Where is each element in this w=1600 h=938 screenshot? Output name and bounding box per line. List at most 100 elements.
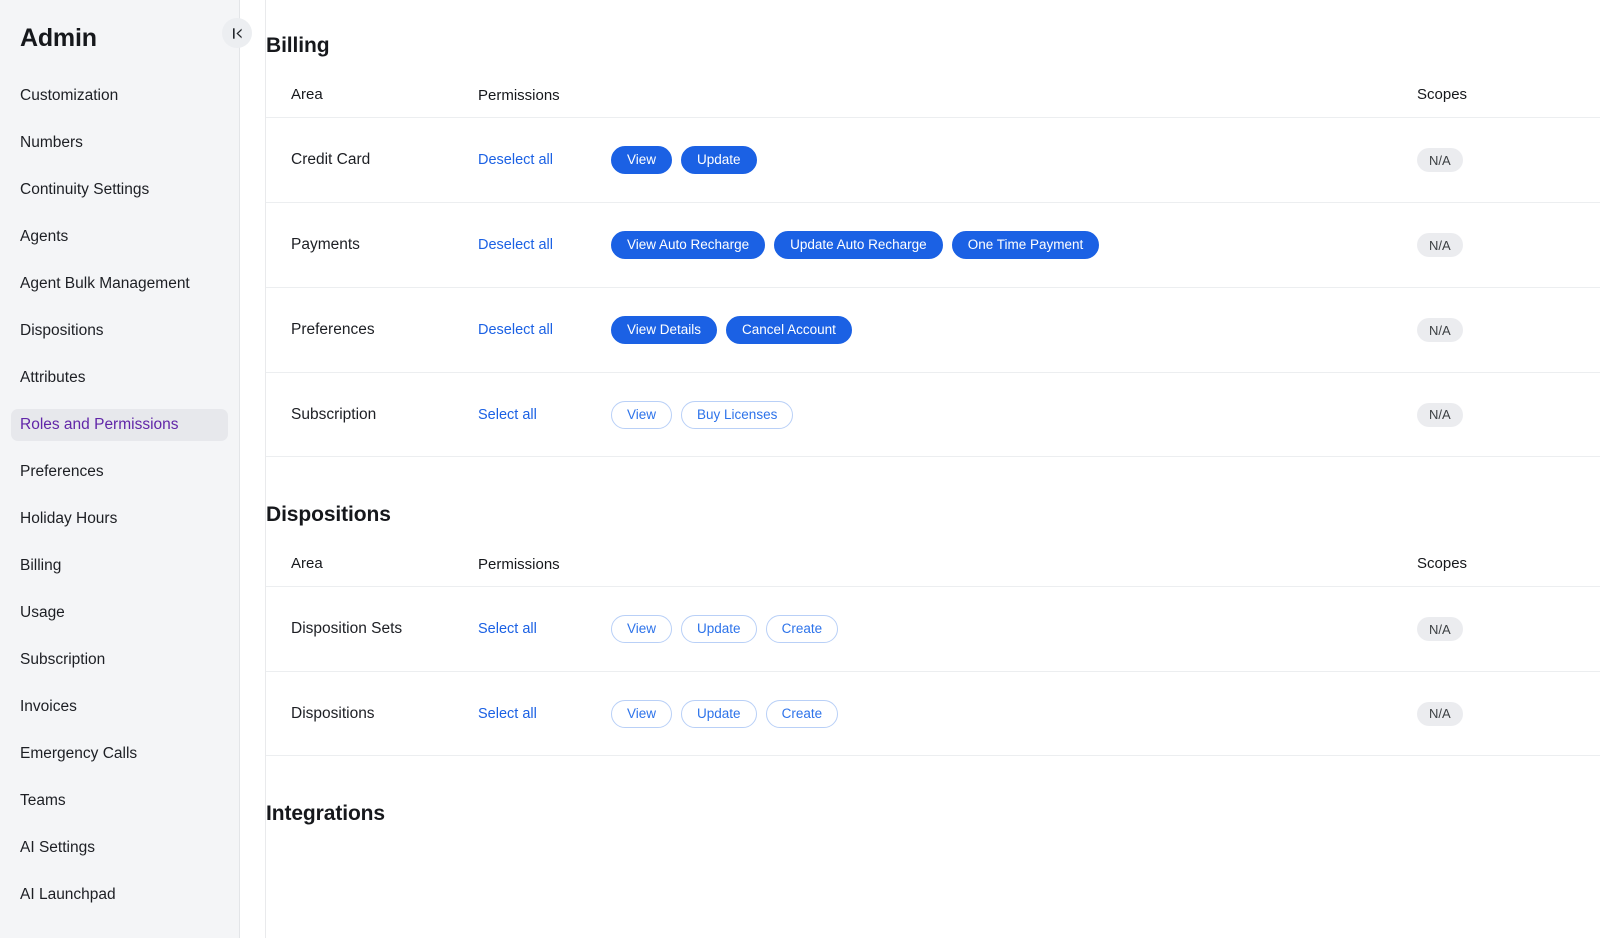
sidebar-item-label: Agent Bulk Management [20, 275, 190, 292]
sidebar-item-customization[interactable]: Customization [11, 80, 228, 112]
row-area-label: Subscription [291, 405, 377, 423]
permission-pill-group: View Update Create [611, 699, 839, 728]
sidebar-item-label: Customization [20, 87, 119, 104]
sidebar-item-preferences[interactable]: Preferences [11, 456, 228, 488]
permission-pill-view[interactable]: View [611, 146, 673, 174]
sidebar-item-ai-settings[interactable]: AI Settings [11, 832, 228, 864]
sidebar-item-label: Agents [20, 228, 69, 245]
sidebar-item-continuity-settings[interactable]: Continuity Settings [11, 174, 228, 206]
permission-pill-group: View Auto Recharge Update Auto Recharge On… [611, 231, 1100, 259]
row-area-label: Payments [291, 236, 360, 253]
section-title: Billing [266, 34, 330, 57]
permission-pill-one-time-payment[interactable]: One Time Payment [951, 231, 1100, 259]
sidebar-item-label: Dispositions [20, 322, 104, 339]
row-area-label: Credit Card [291, 151, 371, 168]
table-row: Subscription Select all View Buy Licenses N/… [266, 372, 1600, 457]
sidebar-item-invoices[interactable]: Invoices [11, 691, 228, 723]
scope-badge: N/A [1417, 148, 1463, 172]
sidebar-item-label: AI Launchpad [20, 886, 116, 903]
row-area-label: Preferences [291, 321, 375, 338]
sidebar-item-label: Roles and Permissions [20, 416, 179, 433]
sidebar-item-label: Subscription [20, 651, 106, 668]
sidebar-item-label: Preferences [20, 463, 104, 480]
sidebar-item-label: Numbers [20, 134, 83, 151]
sidebar-item-label: Invoices [20, 698, 77, 715]
sidebar-item-label: Holiday Hours [20, 510, 118, 527]
table-row: Dispositions Select all View Update Create N/… [266, 671, 1600, 756]
table-header-row: Area Permissions Scopes [266, 542, 1600, 586]
column-header-scopes: Scopes [1417, 555, 1468, 572]
permission-pill-create[interactable]: Create [765, 615, 839, 643]
permissions-table: Area Permissions Scopes Disposition Sets Sel… [266, 542, 1600, 756]
sidebar-item-emergency-calls[interactable]: Emergency Calls [11, 738, 228, 770]
sidebar-item-subscription[interactable]: Subscription [11, 644, 228, 676]
sidebar-item-label: Emergency Calls [20, 745, 138, 762]
column-header-permissions: Permissions [478, 555, 560, 573]
scope-badge: N/A [1417, 233, 1463, 257]
table-row: Disposition Sets Select all View Update Crea… [266, 586, 1600, 671]
table-row: Preferences Deselect all View Details Cance… [266, 287, 1600, 372]
sidebar-item-label: Usage [20, 604, 65, 621]
row-area-label: Disposition Sets [291, 620, 403, 637]
sidebar-item-agents[interactable]: Agents [11, 221, 228, 253]
permission-pill-view-auto-recharge[interactable]: View Auto Recharge [611, 231, 766, 259]
select-all-link[interactable]: Select all [478, 706, 611, 722]
permission-pill-buy-licenses[interactable]: Buy Licenses [681, 400, 794, 429]
section-title: Dispositions [266, 503, 391, 526]
select-all-link[interactable]: Select all [478, 407, 611, 423]
permission-pill-group: View Update [611, 146, 757, 174]
sidebar-item-dispositions[interactable]: Dispositions [11, 315, 228, 347]
admin-sidebar: Admin Customization Numbers Continuity Set… [0, 0, 240, 938]
select-all-link[interactable]: Select all [478, 621, 611, 637]
table-header-row: Area Permissions Scopes [266, 73, 1600, 117]
sidebar-item-numbers[interactable]: Numbers [11, 127, 228, 159]
sidebar-item-roles-and-permissions[interactable]: Roles and Permissions [11, 409, 228, 441]
scope-badge: N/A [1417, 617, 1463, 641]
sidebar-item-ai-launchpad[interactable]: AI Launchpad [11, 879, 228, 911]
sidebar-item-holiday-hours[interactable]: Holiday Hours [11, 503, 228, 535]
permission-pill-create[interactable]: Create [765, 699, 839, 728]
sidebar-item-label: Teams [20, 792, 66, 809]
column-header-permissions: Permissions [478, 86, 560, 104]
main-content: Billing Area Permissions Scopes Credit Card D… [240, 0, 1600, 938]
section-integrations: Integrations [266, 802, 1600, 826]
sidebar-collapse-button[interactable] [222, 18, 252, 48]
scope-badge: N/A [1417, 402, 1463, 427]
column-header-area: Area [291, 555, 323, 572]
sidebar-nav: Customization Numbers Continuity Settings A… [0, 80, 239, 911]
permission-pill-group: View Update Create [611, 615, 839, 643]
permission-pill-group: View Buy Licenses [611, 400, 794, 429]
permission-pill-view[interactable]: View [611, 400, 673, 429]
sidebar-item-billing[interactable]: Billing [11, 550, 228, 582]
permission-pill-view[interactable]: View [611, 699, 673, 728]
permissions-sections: Billing Area Permissions Scopes Credit Card D… [240, 0, 1600, 826]
admin-roles-permissions-page: Admin Customization Numbers Continuity Set… [0, 0, 1600, 938]
permission-pill-view[interactable]: View [611, 615, 673, 643]
permission-pill-view-details[interactable]: View Details [611, 316, 718, 344]
column-header-scopes: Scopes [1417, 86, 1468, 103]
permission-pill-update-auto-recharge[interactable]: Update Auto Recharge [774, 231, 943, 259]
row-area-label: Dispositions [291, 704, 375, 722]
sidebar-item-teams[interactable]: Teams [11, 785, 228, 817]
section-title: Integrations [266, 802, 385, 825]
sidebar-item-attributes[interactable]: Attributes [11, 362, 228, 394]
sidebar-item-label: Attributes [20, 369, 86, 386]
collapse-left-icon [232, 27, 242, 39]
section-dispositions: Dispositions Area Permissions Scopes Disposi… [266, 503, 1600, 756]
sidebar-item-label: AI Settings [20, 839, 95, 856]
permission-pill-update[interactable]: Update [681, 615, 757, 643]
table-row: Payments Deselect all View Auto Recharge Up… [266, 202, 1600, 287]
permission-pill-cancel-account[interactable]: Cancel Account [726, 316, 852, 344]
sidebar-title: Admin [20, 24, 97, 52]
section-billing: Billing Area Permissions Scopes Credit Card D… [266, 34, 1600, 457]
deselect-all-link[interactable]: Deselect all [478, 237, 611, 253]
table-row: Credit Card Deselect all View Update N/A [266, 117, 1600, 202]
sidebar-item-usage[interactable]: Usage [11, 597, 228, 629]
deselect-all-link[interactable]: Deselect all [478, 152, 611, 168]
scope-badge: N/A [1417, 701, 1463, 726]
deselect-all-link[interactable]: Deselect all [478, 322, 611, 338]
permission-pill-update[interactable]: Update [681, 146, 757, 174]
sidebar-item-agent-bulk-management[interactable]: Agent Bulk Management [11, 268, 228, 300]
permission-pill-update[interactable]: Update [681, 699, 757, 728]
permission-pill-group: View Details Cancel Account [611, 316, 852, 344]
